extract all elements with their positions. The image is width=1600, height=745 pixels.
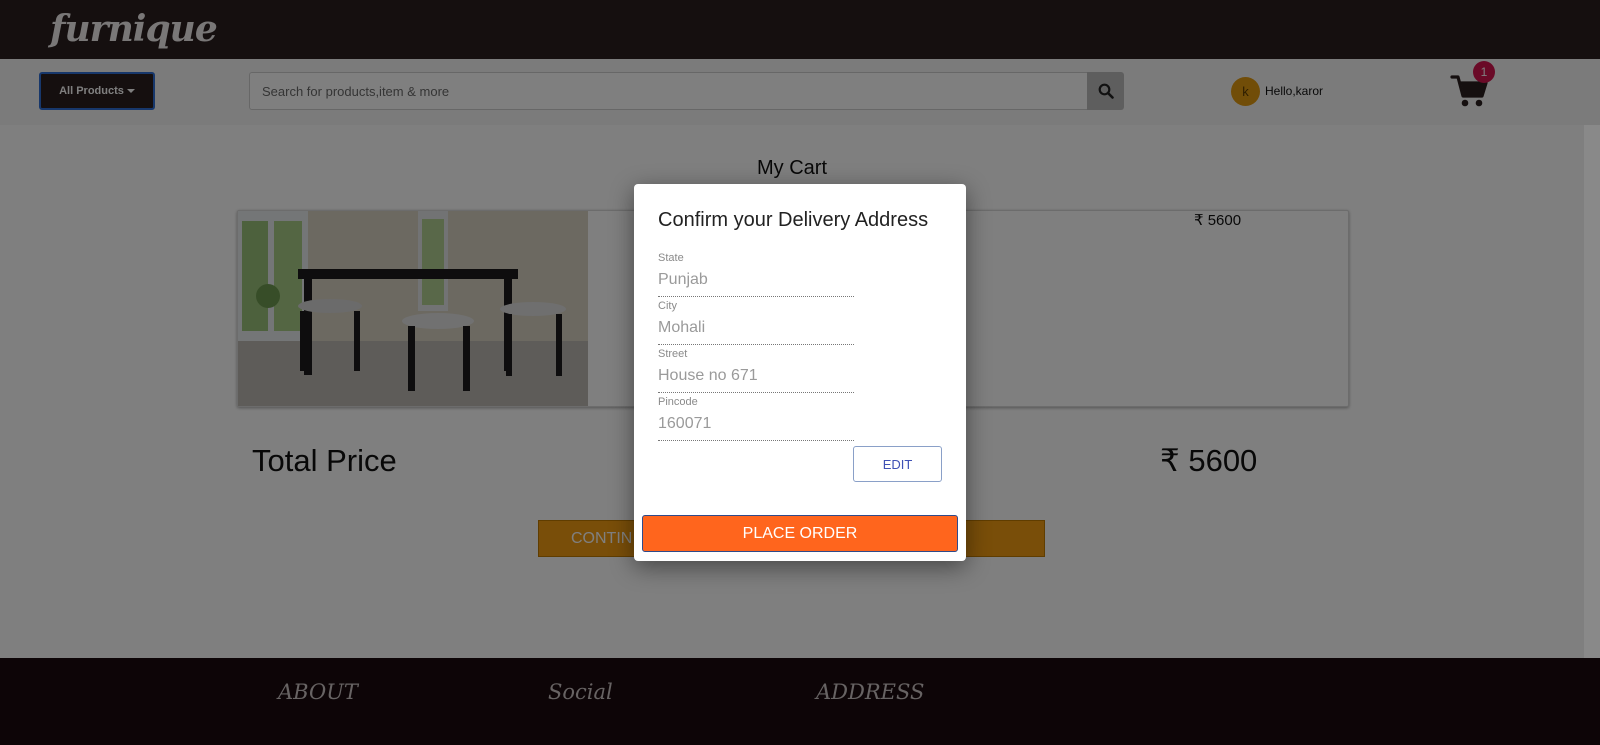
delivery-address-dialog: Confirm your Delivery Address State City…	[634, 184, 966, 561]
place-order-button[interactable]: PLACE ORDER	[642, 515, 958, 552]
edit-button[interactable]: EDIT	[853, 446, 942, 482]
street-label: Street	[658, 348, 688, 360]
city-input[interactable]	[658, 312, 854, 345]
street-input[interactable]	[658, 360, 854, 393]
pincode-input[interactable]	[658, 408, 854, 441]
street-field: Street	[658, 348, 854, 393]
pincode-field: Pincode	[658, 396, 854, 441]
state-label: State	[658, 252, 684, 264]
state-input[interactable]	[658, 264, 854, 297]
pincode-label: Pincode	[658, 396, 698, 408]
scrollbar[interactable]	[1584, 125, 1600, 658]
city-label: City	[658, 300, 677, 312]
state-field: State	[658, 252, 854, 297]
dialog-title: Confirm your Delivery Address	[658, 209, 929, 231]
city-field: City	[658, 300, 854, 345]
page: furnique All Products k Hello,karor 1 My…	[0, 0, 1600, 745]
